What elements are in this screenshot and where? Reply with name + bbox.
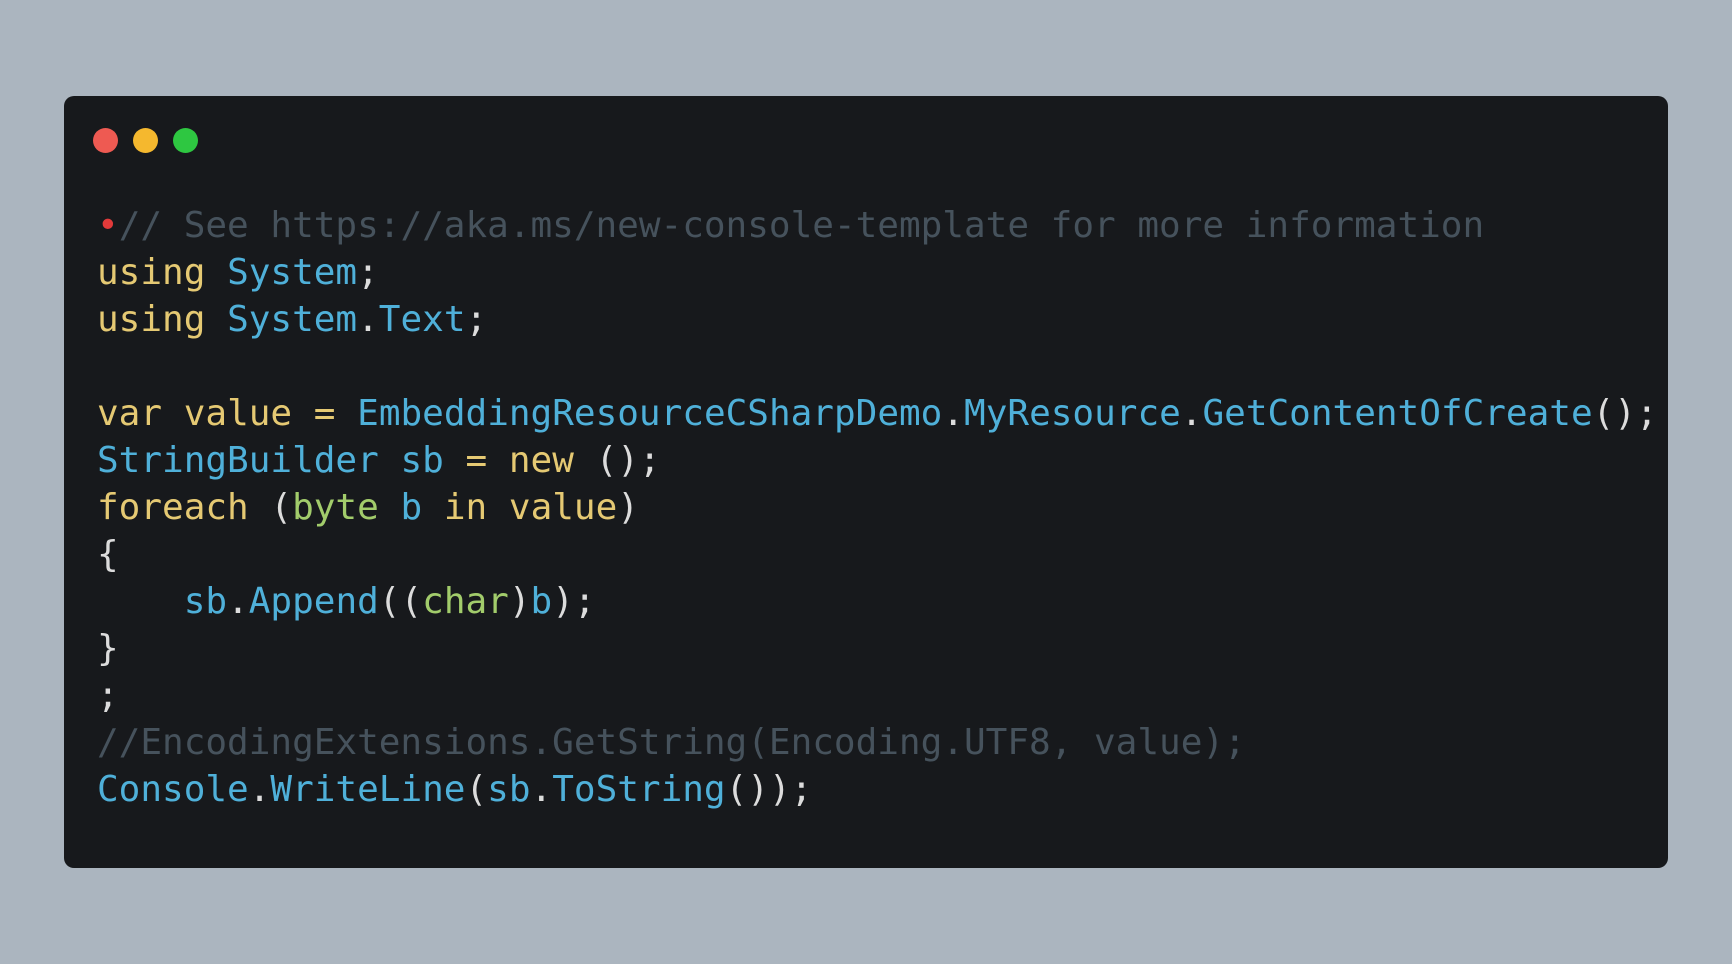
code-token: ;	[97, 675, 119, 716]
code-token: Text	[378, 299, 466, 340]
code-token: in	[443, 487, 488, 528]
code-token: System	[227, 252, 358, 293]
maximize-button-icon[interactable]	[173, 128, 198, 153]
code-token: ;	[465, 299, 488, 340]
code-token: b	[400, 487, 423, 528]
code-token: value	[183, 393, 293, 434]
code-token: =	[465, 440, 488, 481]
code-token: ();	[1592, 393, 1658, 434]
code-token: b	[530, 581, 553, 622]
code-token: ;	[357, 252, 379, 293]
code-token: new	[508, 440, 574, 481]
code-token: .	[1180, 393, 1203, 434]
code-token: char	[422, 581, 509, 622]
close-button-icon[interactable]	[93, 128, 118, 153]
code-line: //EncodingExtensions.GetString(Encoding.…	[97, 719, 1658, 766]
code-line: ;	[97, 672, 1658, 719]
code-line: StringBuilder sb = new ();	[97, 437, 1658, 484]
code-token: .	[530, 769, 553, 810]
code-line: using System.Text;	[97, 296, 1658, 343]
code-token: var	[97, 393, 163, 434]
code-token: =	[313, 393, 336, 434]
code-token: sb	[487, 769, 531, 810]
code-window: •// See https://aka.ms/new-console-templ…	[64, 96, 1668, 868]
code-token: StringBuilder	[97, 440, 379, 481]
code-token: Console	[97, 769, 249, 810]
code-line: }	[97, 625, 1658, 672]
code-token: using	[97, 299, 206, 340]
code-token: ();	[573, 440, 661, 481]
code-token: {	[97, 534, 119, 575]
code-token: Append	[248, 581, 379, 622]
code-token: WriteLine	[270, 769, 466, 810]
code-token: byte	[292, 487, 379, 528]
code-token: );	[552, 581, 596, 622]
code-token: )	[508, 581, 531, 622]
breakpoint-dot-icon: •	[97, 205, 119, 246]
code-token: .	[357, 299, 379, 340]
code-token: .	[248, 769, 271, 810]
code-token: using	[97, 252, 206, 293]
code-token: // See https://aka.ms/new-console-templa…	[118, 205, 1485, 246]
code-token: //EncodingExtensions.GetString(Encoding.…	[97, 722, 1246, 763]
code-line: var value = EmbeddingResourceCSharpDemo.…	[97, 390, 1658, 437]
code-line: sb.Append((char)b);	[97, 578, 1658, 625]
code-line: Console.WriteLine(sb.ToString());	[97, 766, 1658, 813]
code-token: ToString	[552, 769, 726, 810]
code-token: }	[97, 628, 119, 669]
minimize-button-icon[interactable]	[133, 128, 158, 153]
code-token: (	[465, 769, 488, 810]
code-token: MyResource	[964, 393, 1181, 434]
code-block: •// See https://aka.ms/new-console-templ…	[97, 202, 1658, 813]
code-token: ((	[378, 581, 423, 622]
code-token: .	[942, 393, 965, 434]
code-token: value	[508, 487, 618, 528]
code-token: foreach	[97, 487, 249, 528]
code-token: GetContentOfCreate	[1202, 393, 1593, 434]
code-token: (	[248, 487, 293, 528]
code-line: foreach (byte b in value)	[97, 484, 1658, 531]
code-token: ());	[725, 769, 813, 810]
code-token: sb	[400, 440, 444, 481]
code-token: EmbeddingResourceCSharpDemo	[357, 393, 943, 434]
code-line: using System;	[97, 249, 1658, 296]
code-token: System	[227, 299, 358, 340]
code-token: sb	[183, 581, 228, 622]
code-token: .	[227, 581, 249, 622]
window-controls	[93, 128, 198, 153]
code-line: •// See https://aka.ms/new-console-templ…	[97, 202, 1658, 249]
code-line: {	[97, 531, 1658, 578]
code-token: )	[617, 487, 639, 528]
